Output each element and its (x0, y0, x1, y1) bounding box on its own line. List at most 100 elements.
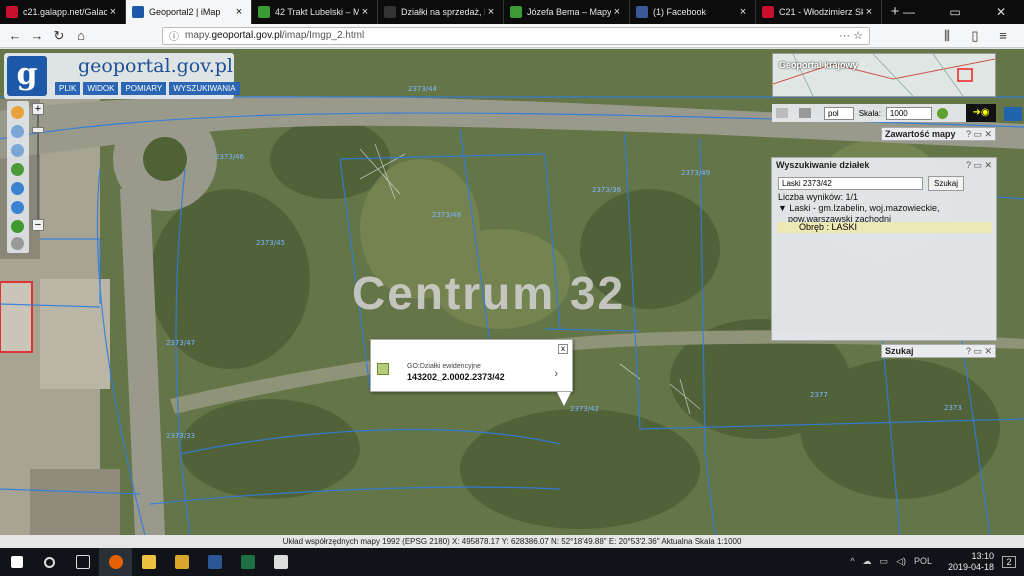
tab-label: Działki na sprzedaż, Izabe (401, 7, 485, 17)
network-icon[interactable]: ▭ (880, 556, 889, 567)
overview-map[interactable]: Geoportal krajowy (772, 53, 996, 97)
parcel-search-input[interactable]: Laski 2373/42 (778, 177, 923, 190)
system-tray: ^ ☁ ▭ ◁) POL (850, 556, 932, 567)
panel-controls-icon[interactable]: ? ▭ ✕ (966, 345, 992, 357)
zoom-handle[interactable] (32, 127, 44, 133)
settings-icon[interactable] (11, 237, 24, 250)
zoom-slider[interactable]: + − (31, 101, 45, 233)
popup-close-icon[interactable]: x (558, 344, 568, 354)
menu-widok[interactable]: WIDOK (83, 82, 119, 95)
popup-layer-label: GO:Działki ewidencyjne (407, 363, 481, 370)
result-obreb-item[interactable]: Obręb : LASKI (777, 222, 992, 233)
parcel-info-popup[interactable]: x GO:Działki ewidencyjne 143202_2.0002.2… (370, 339, 573, 406)
back-icon[interactable]: ← (4, 28, 26, 43)
minimize-icon[interactable]: — (886, 0, 932, 24)
panel-controls-icon[interactable]: ? ▭ ✕ (966, 160, 992, 171)
tab-label: C21 - Włodzimierz Skroc (779, 7, 863, 17)
globe-icon[interactable] (11, 163, 24, 176)
reload-icon[interactable]: ↻ (48, 28, 70, 44)
home-icon[interactable]: ⌂ (70, 28, 92, 43)
page-actions-icon[interactable]: ··· ☆ (839, 29, 863, 42)
map-content-panel-header[interactable]: Zawartość mapy ? ▭ ✕ (881, 127, 996, 141)
scale-ok-icon[interactable] (936, 107, 948, 119)
menu-plik[interactable]: PLIK (55, 82, 81, 95)
zoom-out-icon[interactable] (11, 144, 24, 157)
url-bar[interactable]: ⓘ mapy. geoportal.gov.pl/imap/Imgp_2.html… (162, 26, 870, 45)
pan-hand-icon[interactable] (11, 106, 24, 119)
zoom-in-icon[interactable] (11, 125, 24, 138)
browser-tab[interactable]: Geoportal2 | iMap × (126, 0, 252, 24)
print-icon[interactable] (776, 108, 788, 118)
browser-tab[interactable]: Józefa Bema – Mapy Goo× (504, 0, 630, 24)
close-window-icon[interactable]: ✕ (978, 0, 1024, 24)
browser-tab[interactable]: (1) Facebook × (630, 0, 756, 24)
tab-close-icon[interactable]: × (485, 6, 497, 18)
parcel-label: 2373/47 (166, 339, 195, 347)
menu-icon[interactable]: ≡ (992, 28, 1014, 44)
sidebar-icon[interactable]: ▯ (964, 28, 986, 44)
language-indicator[interactable]: POL (914, 556, 932, 567)
tab-close-icon[interactable]: × (359, 6, 371, 18)
maximize-icon[interactable]: ▭ (932, 0, 978, 24)
word-icon[interactable] (198, 548, 231, 576)
chevron-right-icon[interactable]: › (554, 368, 558, 380)
forward-arrow-icon[interactable] (11, 201, 24, 214)
firefox-icon[interactable] (99, 548, 132, 576)
browser-tab[interactable]: 42 Trakt Lubelski – Mapy× (252, 0, 378, 24)
save-icon[interactable] (799, 108, 811, 118)
scale-label: Skala: (858, 108, 881, 118)
overview-title: Geoportal krajowy (779, 60, 858, 70)
library-icon[interactable]: ⫼ (936, 28, 958, 44)
browser-tab[interactable]: C21 - Włodzimierz Skroc× (756, 0, 882, 24)
window-controls: — ▭ ✕ (886, 0, 1024, 24)
tab-close-icon[interactable]: × (107, 6, 119, 18)
menu-wyszukiwania[interactable]: WYSZUKIWANIA (169, 82, 240, 95)
tab-close-icon[interactable]: × (863, 6, 875, 18)
tab-close-icon[interactable]: × (233, 6, 245, 18)
search-button[interactable]: Szukaj (928, 176, 964, 191)
zoom-plus-button[interactable]: + (32, 103, 44, 115)
main-menu: PLIK WIDOK POMIARY WYSZUKIWANIA (55, 82, 240, 95)
search-panel-header[interactable]: Szukaj ? ▭ ✕ (881, 344, 996, 358)
parcel-label: 2373/36 (592, 186, 622, 194)
panel-controls-icon[interactable]: ? ▭ ✕ (966, 128, 992, 140)
search-icon[interactable] (33, 548, 66, 576)
system-clock[interactable]: 13:10 2019-04-18 (948, 551, 994, 573)
windows-taskbar: ^ ☁ ▭ ◁) POL 13:10 2019-04-18 2 (0, 548, 1024, 576)
info-tool-icon[interactable] (11, 220, 24, 233)
menu-pomiary[interactable]: POMIARY (121, 82, 167, 95)
task-view-icon[interactable] (66, 548, 99, 576)
file-explorer-icon[interactable] (132, 548, 165, 576)
parcel-label: 2373/49 (681, 169, 710, 177)
parcel-search-title: Wyszukiwanie działek (776, 160, 870, 170)
forward-icon[interactable]: → (26, 28, 48, 43)
tab-label: Geoportal2 | iMap (149, 7, 221, 17)
map-content-title: Zawartość mapy (885, 129, 956, 139)
tab-favicon-icon (762, 6, 774, 18)
photos-icon[interactable] (264, 548, 297, 576)
parcel-label: 2377 (810, 391, 828, 399)
tray-chevron-icon[interactable]: ^ (850, 556, 854, 567)
notification-badge[interactable]: 2 (1002, 556, 1016, 568)
volume-icon[interactable]: ◁) (896, 556, 906, 567)
scale-input[interactable]: 1000 (885, 106, 932, 120)
result-line-1[interactable]: ▼ Laski - gm.Izabelin, woj.mazowieckie, (778, 203, 939, 214)
tab-label: Józefa Bema – Mapy Goo (527, 7, 611, 17)
tab-close-icon[interactable]: × (737, 6, 749, 18)
language-select[interactable]: pol (824, 106, 854, 120)
logo-text: geoportal.gov.pl (78, 55, 233, 77)
tab-close-icon[interactable]: × (611, 6, 623, 18)
excel-icon[interactable] (231, 548, 264, 576)
eye-toggle-icon[interactable]: ➜◉ (966, 104, 996, 122)
browser-tab[interactable]: c21.galapp.net/Galactic× (0, 0, 126, 24)
tab-favicon-icon (636, 6, 648, 18)
side-panel-toggle[interactable] (1004, 107, 1022, 121)
folder-icon[interactable] (165, 548, 198, 576)
info-icon[interactable]: ⓘ (169, 28, 179, 43)
cloud-icon[interactable]: ☁ (863, 556, 872, 567)
parcel-label: 2373/42 (570, 405, 599, 413)
zoom-minus-button[interactable]: − (32, 219, 44, 231)
browser-tab[interactable]: Działki na sprzedaż, Izabe× (378, 0, 504, 24)
start-icon[interactable] (0, 548, 33, 576)
back-arrow-icon[interactable] (11, 182, 24, 195)
